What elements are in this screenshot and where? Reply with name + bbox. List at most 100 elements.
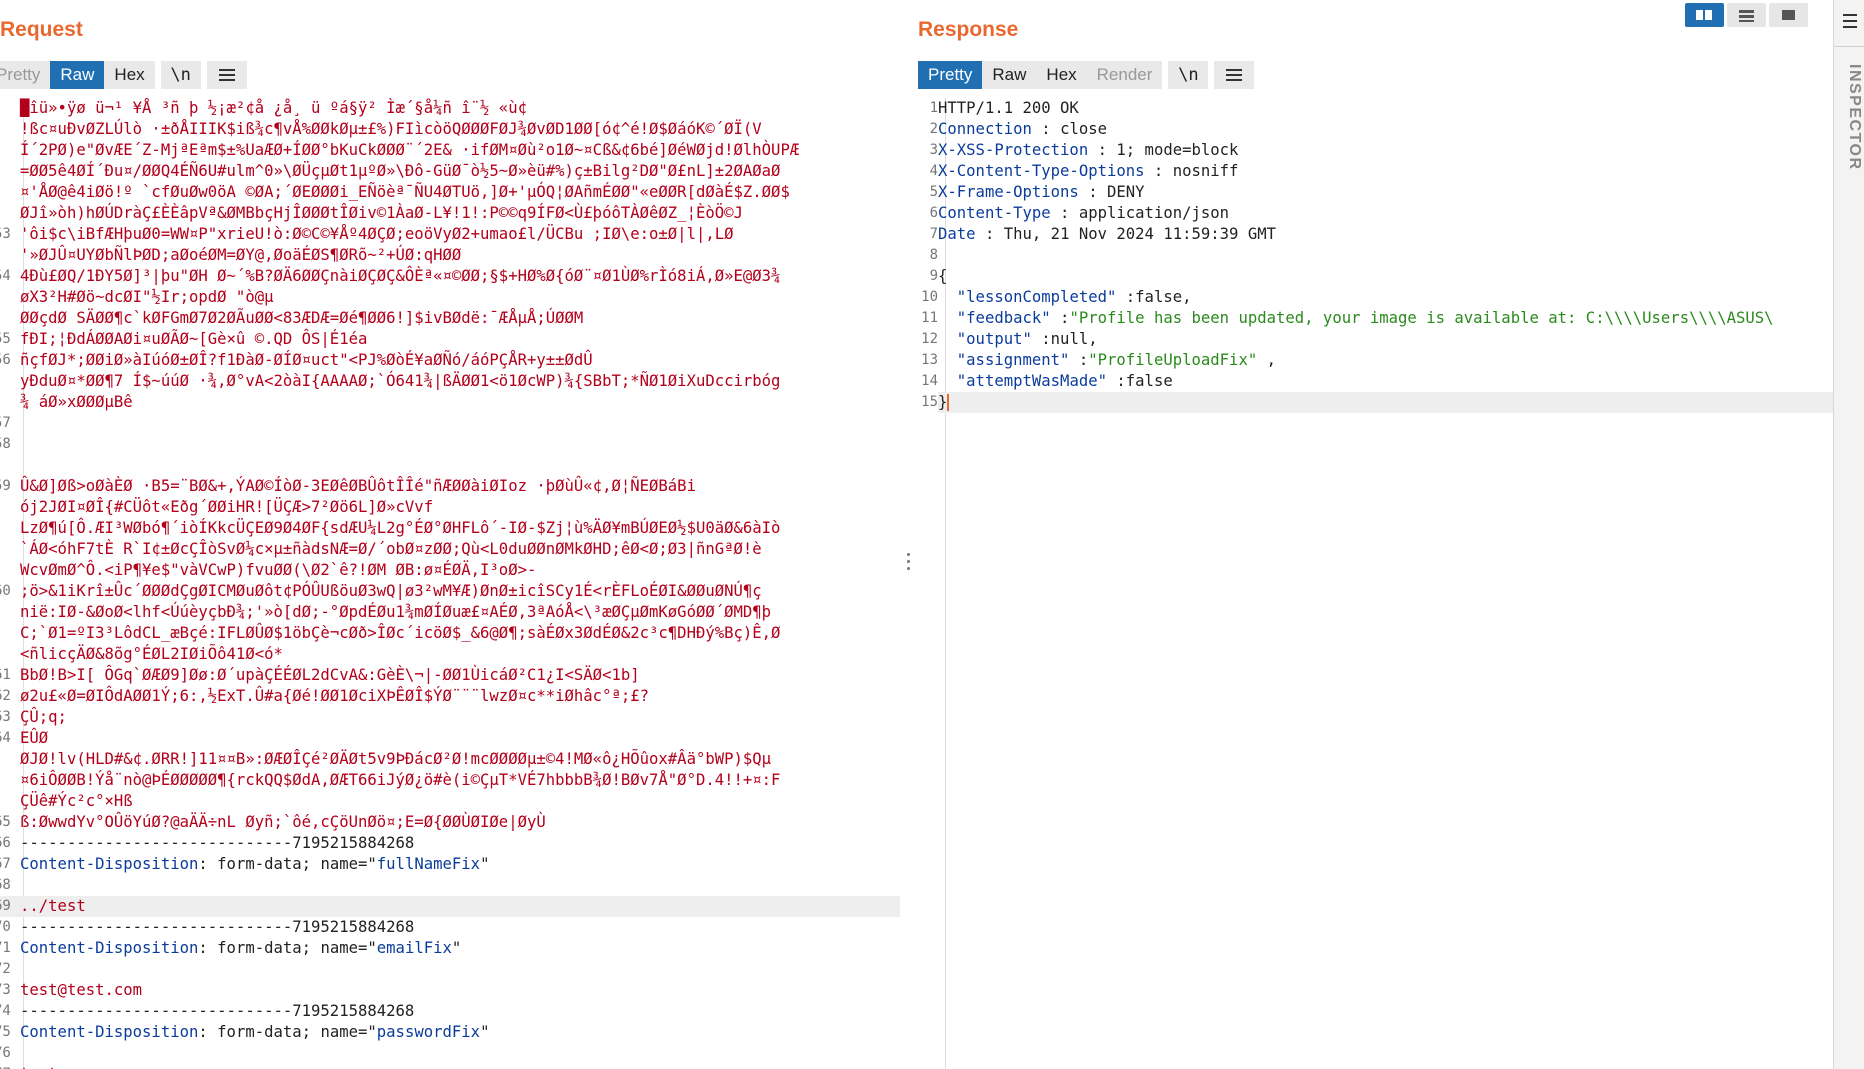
- request-tab-pretty[interactable]: Pretty: [0, 61, 51, 89]
- response-line[interactable]: 8: [930, 245, 1833, 266]
- request-line[interactable]: LzØ¶ú[Ô.ÆI³WØbó¶´iòÍKkcÜÇEØ9Ø4ØF{sdÆU¼L2…: [0, 518, 900, 539]
- response-line[interactable]: 10 "lessonCompleted" :false,: [921, 287, 1833, 308]
- response-line[interactable]: 9{: [930, 266, 1833, 287]
- request-line[interactable]: 57: [0, 413, 900, 434]
- request-line[interactable]: !ßc¤uÐvØZLÚlò ·±ðÅIIIK$iß¾c¶vÅ%ØØkØµ±£%)…: [0, 119, 900, 140]
- request-line[interactable]: 68: [0, 875, 900, 896]
- request-line[interactable]: =ØØ5ê4ØÍ´Ðu¤/ØØQ4ÉÑ6U#ulm^0»\ØÜçµØt1µºØ»…: [0, 161, 900, 182]
- request-line[interactable]: 63 ÇÛ;q;: [0, 707, 900, 728]
- response-line[interactable]: 13 "assignment" :"ProfileUploadFix" ,: [921, 350, 1833, 371]
- request-line[interactable]: 70 -----------------------------719521588…: [0, 917, 900, 938]
- request-line[interactable]: 54 4Ðù£ØQ/1ÐY5Ø]³|þu"ØH Ø~´%B?ØÄ6ØØÇnàiØÇ…: [0, 266, 900, 287]
- response-line[interactable]: 12 "output" :null,: [921, 329, 1833, 350]
- request-line[interactable]: 60 ;ö>&1iKrî±Ûc´ØØØdÇgØICMØuØôt¢PÓÛUßöuØ3…: [0, 581, 900, 602]
- request-line[interactable]: 74 -----------------------------719521588…: [0, 1001, 900, 1022]
- line-number: 72: [0, 961, 11, 977]
- request-line[interactable]: ¾ áØ»xØØØµBê: [0, 392, 900, 413]
- request-line[interactable]: 69 ../test: [0, 896, 900, 917]
- request-line[interactable]: WcvØmØ^Ô.<iP¶¥e$"vàVCwP)fvuØØ(\Ø2`ê?!ØM …: [0, 560, 900, 581]
- response-line[interactable]: 14 "attemptWasMade" :false: [921, 371, 1833, 392]
- response-line[interactable]: 3 X-XSS-Protection : 1; mode=block: [930, 140, 1833, 161]
- request-line[interactable]: 59 Û&Ø]Øß>oØàÈØ ·B5=¨BØ&+,ÝAØ©ÍòØ-3EØêØBÛ…: [0, 476, 900, 497]
- request-line[interactable]: 66 -----------------------------719521588…: [0, 833, 900, 854]
- request-line[interactable]: ¤'ÅØ@ê4iØö!º `cfØuØw0öA ©ØA;´ØEØØØi_EÑöè…: [0, 182, 900, 203]
- split-horizontal-layout-button[interactable]: [1685, 3, 1724, 27]
- request-line[interactable]: ój2JØI¤ØÎ{#CÜôt«Eðg´ØØiHR![ÜÇÆ>7²Øö6L]Ø»…: [0, 497, 900, 518]
- request-line-text: C;`Ø1=ºI3³LôdCL_æBçé:IFLØÛØ$1öbÇè¬cØð>ÎØ…: [20, 624, 781, 642]
- request-line[interactable]: 53 'ôi$c\iBfÆHþuØ0=WW¤P"xrieU!ò:Ø©C©¥Åº4Ø…: [0, 224, 900, 245]
- request-line[interactable]: ØJØ!lv(HLD#&¢.ØRR!]11¤¤B»:ØÆØÎÇé²ØÄØt5v9…: [0, 749, 900, 770]
- request-line[interactable]: ¤6iÔØØB!Ýå¨nò@ÞÉØØØØØ¶{rckQQ$ØdA,ØÆT66iJ…: [0, 770, 900, 791]
- header-key: X-XSS-Protection: [938, 141, 1089, 159]
- response-editor[interactable]: 1 HTTP/1.1 200 OK 2 Connection : close 3 X-XS…: [918, 98, 1833, 1069]
- response-line[interactable]: 4 X-Content-Type-Options : nosniff: [930, 161, 1833, 182]
- json-value: null: [1050, 330, 1089, 348]
- line-number: 71: [0, 940, 11, 956]
- response-tab-raw[interactable]: Raw: [982, 61, 1037, 89]
- request-line[interactable]: øX3²H#Øö~dcØI"½Ir;opdØ "ò@µ: [0, 287, 900, 308]
- request-line[interactable]: ØØçdØ SÄØØ¶c`kØFGmØ7Ø2ØÃuØØ<83ÆDÆ=Øé¶ØØ6…: [0, 308, 900, 329]
- request-line-text: Content-Disposition: form-data; name="pa…: [20, 1022, 489, 1043]
- request-tab-raw[interactable]: Raw: [50, 61, 105, 89]
- line-number: 15: [921, 394, 938, 410]
- request-line[interactable]: 56 ñçfØJ*;ØØiØ»àIúóØ±ØÎ?f1ÐàØ-ØÍØ¤uct"<PJ…: [0, 350, 900, 371]
- request-line[interactable]: <ñlicçÄØ&8õg°ÉØL2IØiÕô41Ø<ó*: [0, 644, 900, 665]
- request-line[interactable]: C;`Ø1=ºI3³LôdCL_æBçé:IFLØÛØ$1öbÇè¬cØð>ÎØ…: [0, 623, 900, 644]
- json-punct: ,: [1088, 330, 1098, 348]
- line-number: 66: [0, 835, 11, 851]
- response-tab-pretty[interactable]: Pretty: [918, 61, 983, 89]
- request-newline-toggle[interactable]: \n: [160, 61, 201, 89]
- json-key: "feedback": [956, 309, 1051, 327]
- line-number: 11: [921, 310, 938, 326]
- request-line[interactable]: 71 Content-Disposition: form-data; name="…: [0, 938, 900, 959]
- request-line-text: ø2u£«Ø=ØIÔdAØØ1Ý;6:,½ExT.Û#a{Øé!ØØ1ØciXÞ…: [20, 687, 650, 705]
- response-menu-button[interactable]: [1214, 61, 1255, 89]
- request-line[interactable]: 73 test@test.com: [0, 980, 900, 1001]
- request-tab-hex[interactable]: Hex: [104, 61, 155, 89]
- single-pane-layout-button[interactable]: [1769, 3, 1808, 27]
- inspector-menu-icon[interactable]: [1843, 14, 1857, 32]
- request-line[interactable]: 65 ß:ØwwdYv°OÛöYúØ?@aÄÄ÷nL Øyñ;`ôé,cÇöUnØ…: [0, 812, 900, 833]
- request-line[interactable]: 64 EÛØ: [0, 728, 900, 749]
- header-rest: : form-data; name=": [198, 855, 377, 873]
- request-line-text: `ÁØ<óhF7tÈ R`I¢±ØcÇÎòSvØ¼c×µ±ñàdsNÆ=Ø/´o…: [20, 540, 762, 558]
- response-line[interactable]: 11 "feedback" :"Profile has been updated…: [921, 308, 1833, 329]
- inspector-label[interactable]: INSPECTOR: [1845, 64, 1863, 171]
- request-line[interactable]: 61 BbØ!B>I[ ÔGq`ØÆØ9]Øø:Ø´upàÇÉÉØL2dCvA&:…: [0, 665, 900, 686]
- response-line[interactable]: 5 X-Frame-Options : DENY: [930, 182, 1833, 203]
- request-line[interactable]: 75 Content-Disposition: form-data; name="…: [0, 1022, 900, 1043]
- request-line[interactable]: [0, 455, 900, 476]
- json-value: false: [1125, 372, 1173, 390]
- request-line[interactable]: 72: [0, 959, 900, 980]
- request-line[interactable]: ØJî»òh)hØÚDràÇ£ÈÈâpVª&ØMBbçHjÎØØØtÎØiv©1…: [0, 203, 900, 224]
- request-line[interactable]: █îü»•ÿø ü¬¹ ¥Å ³ñ þ ½¡æ²¢å ¿å¸ ü ºá§ÿ² Ì…: [0, 98, 900, 119]
- request-line[interactable]: nië:IØ-&ØoØ<lhf<ÚúèyçbÐ¾;'»ò[dØ;-°ØpdÉØu…: [0, 602, 900, 623]
- pane-divider[interactable]: [900, 0, 919, 1069]
- request-line[interactable]: 62 ø2u£«Ø=ØIÔdAØØ1Ý;6:,½ExT.Û#a{Øé!ØØ1Øci…: [0, 686, 900, 707]
- request-line[interactable]: 55 fÐI;¦ÐdÁØØAØi¤uØÃØ~[Gè×û ©.QD ÔS|É1éa: [0, 329, 900, 350]
- response-line[interactable]: 2 Connection : close: [930, 119, 1833, 140]
- request-line[interactable]: 77 test: [0, 1064, 900, 1069]
- request-line[interactable]: 76: [0, 1043, 900, 1064]
- response-line[interactable]: 1 HTTP/1.1 200 OK: [930, 98, 1833, 119]
- request-line[interactable]: '»ØJÛ¤UYØbÑlÞØD;aØoéØM=ØY@,ØoäÉØS¶ØRõ~²+…: [0, 245, 900, 266]
- request-line[interactable]: Í´2PØ)e"ØvÆE´Z-MjªEªm$±%UaÆØ+ÍØØ°bKuCkØØ…: [0, 140, 900, 161]
- request-line[interactable]: 58: [0, 434, 900, 455]
- json-value: false: [1135, 288, 1183, 306]
- request-line[interactable]: 67 Content-Disposition: form-data; name="…: [0, 854, 900, 875]
- json-value: "Profile has been updated, your image is…: [1069, 309, 1774, 327]
- response-line[interactable]: 6 Content-Type : application/json: [930, 203, 1833, 224]
- response-line[interactable]: 15}: [921, 392, 1833, 413]
- response-tab-hex[interactable]: Hex: [1036, 61, 1087, 89]
- response-tab-render[interactable]: Render: [1086, 61, 1163, 89]
- drag-handle-icon[interactable]: [907, 553, 911, 574]
- request-line[interactable]: ÇÜê#Ýc²c°×Hß: [0, 791, 900, 812]
- request-editor[interactable]: █îü»•ÿø ü¬¹ ¥Å ³ñ þ ½¡æ²¢å ¿å¸ ü ºá§ÿ² Ì…: [0, 98, 900, 1069]
- split-vertical-layout-button[interactable]: [1727, 3, 1766, 27]
- field-name: passwordFix: [376, 1023, 481, 1041]
- response-line[interactable]: 7 Date : Thu, 21 Nov 2024 11:59:39 GMT: [930, 224, 1833, 245]
- request-menu-button[interactable]: [206, 61, 247, 89]
- request-line[interactable]: yÐduØ¤*ØØ¶7 Í$~úúØ ·¾,Ø°vA<2òàI{AAAAØ;`Ó…: [0, 371, 900, 392]
- response-newline-toggle[interactable]: \n: [1168, 61, 1209, 89]
- request-line[interactable]: `ÁØ<óhF7tÈ R`I¢±ØcÇÎòSvØ¼c×µ±ñàdsNÆ=Ø/´o…: [0, 539, 900, 560]
